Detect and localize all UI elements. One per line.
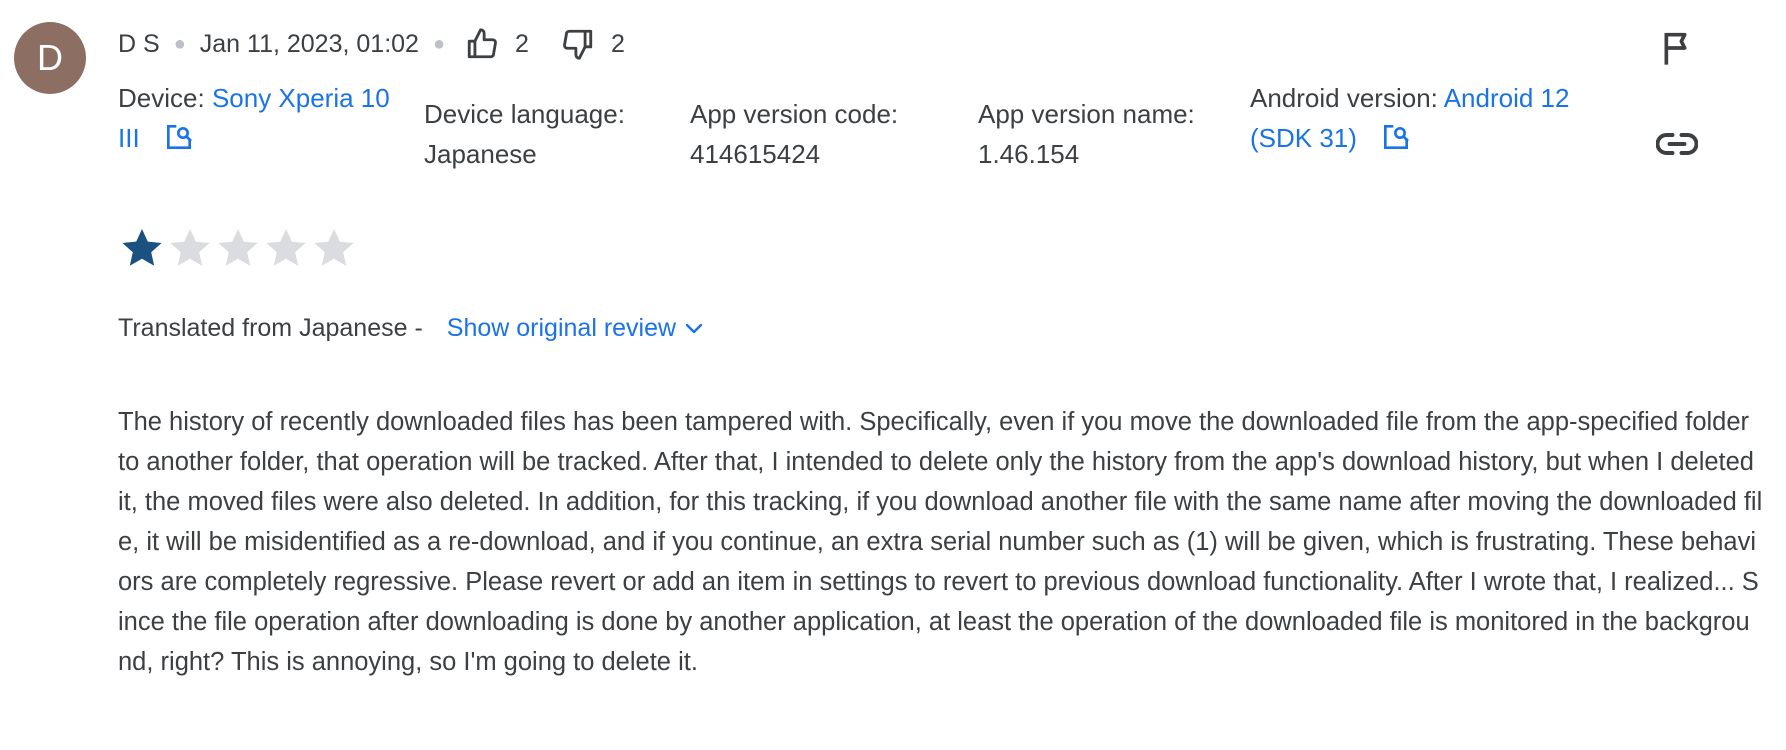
star-empty-icon bbox=[314, 229, 354, 266]
open-in-search-icon[interactable] bbox=[163, 121, 195, 153]
app-version-name-value: 1.46.154 bbox=[978, 139, 1080, 169]
star-filled-icon bbox=[122, 229, 162, 266]
device-language-label: Device language: bbox=[424, 99, 625, 129]
star-rating bbox=[118, 224, 358, 272]
open-in-search-icon[interactable] bbox=[1380, 121, 1412, 153]
star-empty-icon bbox=[266, 229, 306, 266]
flag-icon[interactable] bbox=[1658, 28, 1698, 68]
review-text: The history of recently downloaded files… bbox=[118, 408, 1763, 676]
author-name: D S bbox=[118, 29, 160, 58]
review-date: Jan 11, 2023, 01:02 bbox=[199, 29, 419, 58]
translation-notice: Translated from Japanese - Show original… bbox=[118, 314, 706, 343]
android-version-label: Android version: bbox=[1250, 83, 1438, 113]
device-info: Device: Sony Xperia 10 III bbox=[118, 78, 398, 158]
review-meta: D S ● Jan 11, 2023, 01:02 ● 2 2 bbox=[118, 24, 625, 64]
thumbs-down-icon bbox=[563, 29, 593, 60]
show-original-review-button[interactable]: Show original review bbox=[447, 314, 706, 343]
android-version-info: Android version: Android 12 (SDK 31) bbox=[1250, 78, 1630, 158]
app-version-name-info: App version name: 1.46.154 bbox=[978, 94, 1195, 174]
device-language-info: Device language: Japanese bbox=[424, 94, 625, 174]
app-version-code-value: 414615424 bbox=[690, 139, 821, 169]
translated-from-text: Translated from Japanese - bbox=[118, 314, 423, 342]
thumbs-down-button[interactable]: 2 bbox=[561, 27, 625, 61]
link-icon[interactable] bbox=[1656, 128, 1698, 160]
separator-dot: ● bbox=[432, 32, 446, 55]
thumbs-up-button[interactable]: 2 bbox=[465, 27, 529, 61]
avatar: D bbox=[14, 22, 86, 94]
app-version-code-info: App version code: 414615424 bbox=[690, 94, 898, 174]
show-original-label: Show original review bbox=[446, 314, 677, 342]
device-language-value: Japanese bbox=[424, 139, 537, 169]
thumbs-up-count: 2 bbox=[515, 29, 529, 58]
app-version-code-label: App version code: bbox=[690, 99, 899, 129]
chevron-down-icon bbox=[685, 323, 703, 333]
star-empty-icon bbox=[218, 229, 258, 266]
star-empty-icon bbox=[170, 229, 210, 266]
thumbs-up-icon bbox=[467, 28, 497, 59]
device-label: Device: bbox=[118, 83, 205, 113]
separator-dot: ● bbox=[173, 32, 186, 55]
thumbs-down-count: 2 bbox=[610, 29, 625, 58]
app-version-name-label: App version name: bbox=[978, 99, 1195, 129]
